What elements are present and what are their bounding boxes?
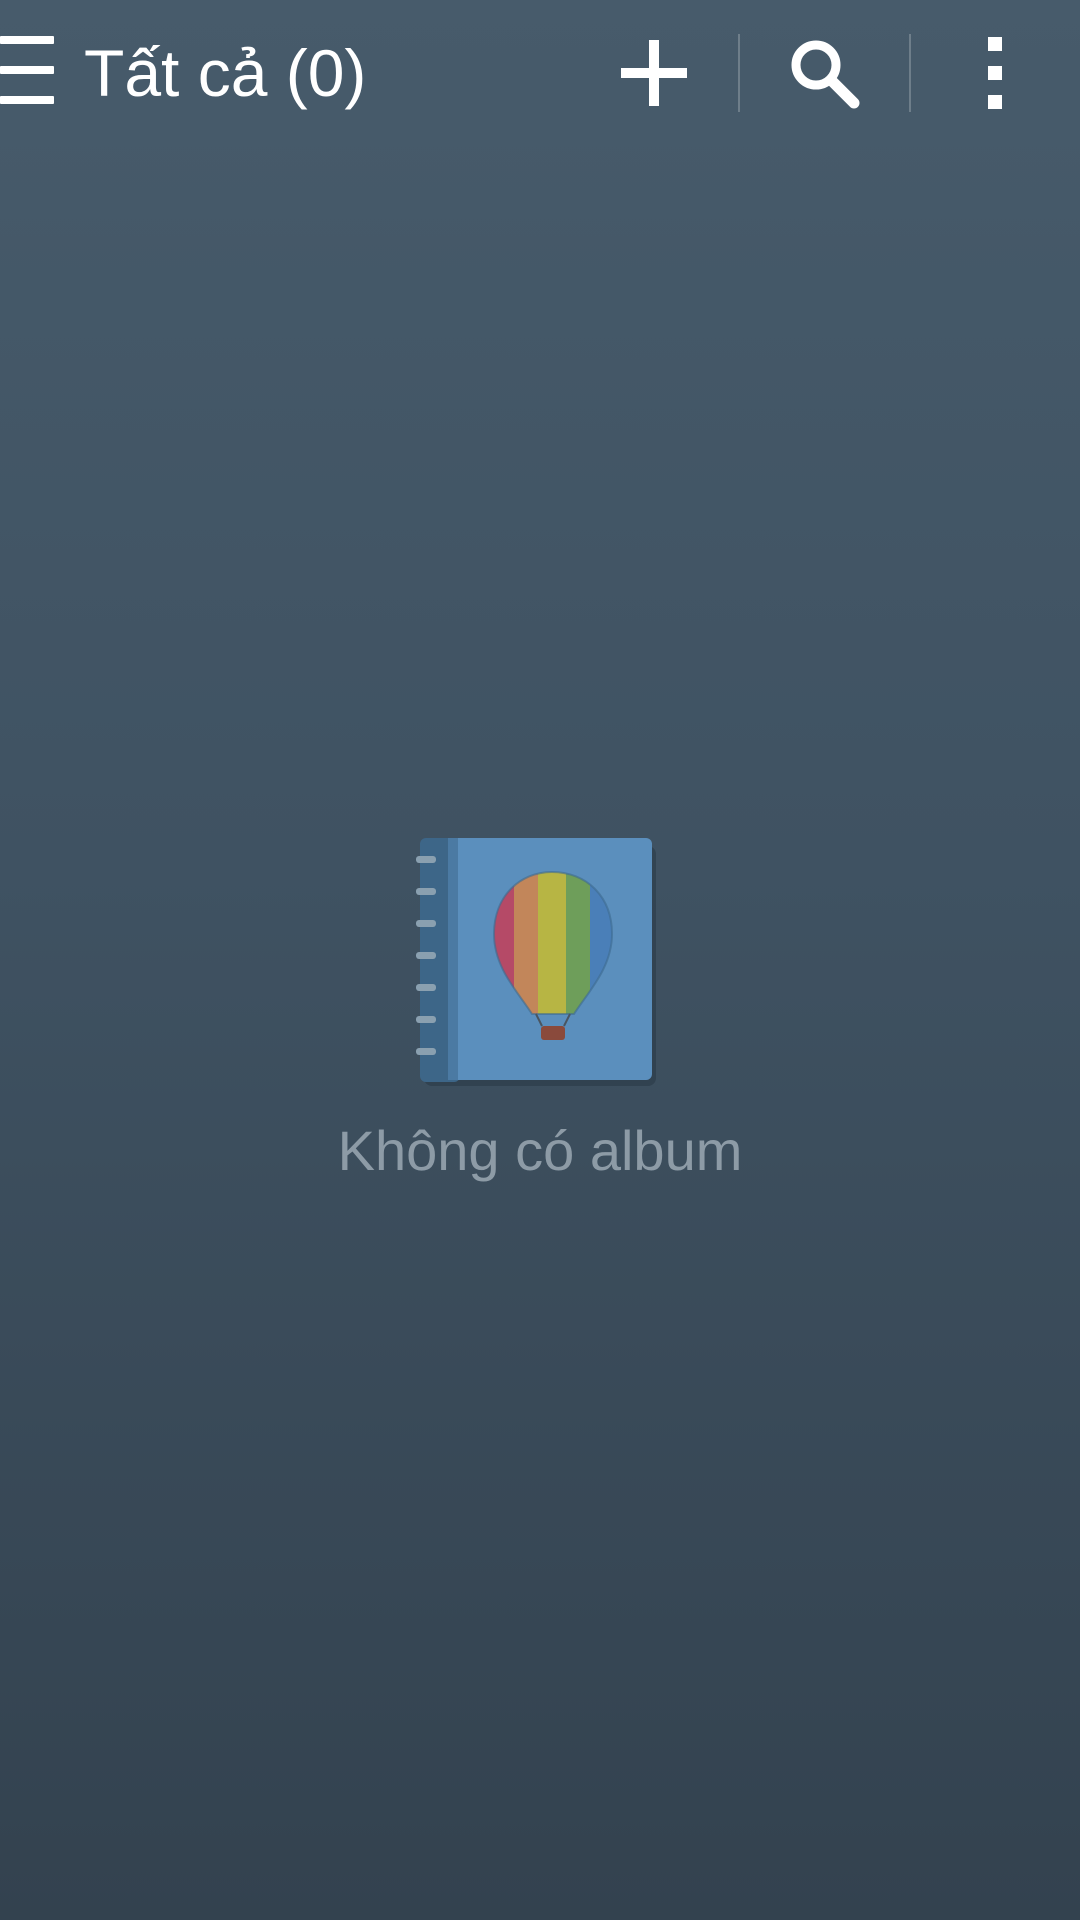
action-divider — [909, 34, 911, 112]
more-options-button[interactable] — [926, 20, 1066, 126]
page-title[interactable]: Tất cả (0) — [84, 30, 366, 116]
add-button[interactable] — [584, 20, 724, 126]
action-bar: Tất cả (0) — [0, 0, 1080, 146]
empty-message: Không có album — [337, 1119, 743, 1182]
action-divider — [738, 34, 740, 112]
search-icon — [791, 40, 860, 109]
add-icon — [621, 40, 687, 106]
hamburger-icon[interactable] — [0, 36, 54, 104]
more-vert-icon — [988, 37, 1002, 109]
album-icon — [416, 838, 656, 1086]
search-button[interactable] — [754, 20, 894, 126]
